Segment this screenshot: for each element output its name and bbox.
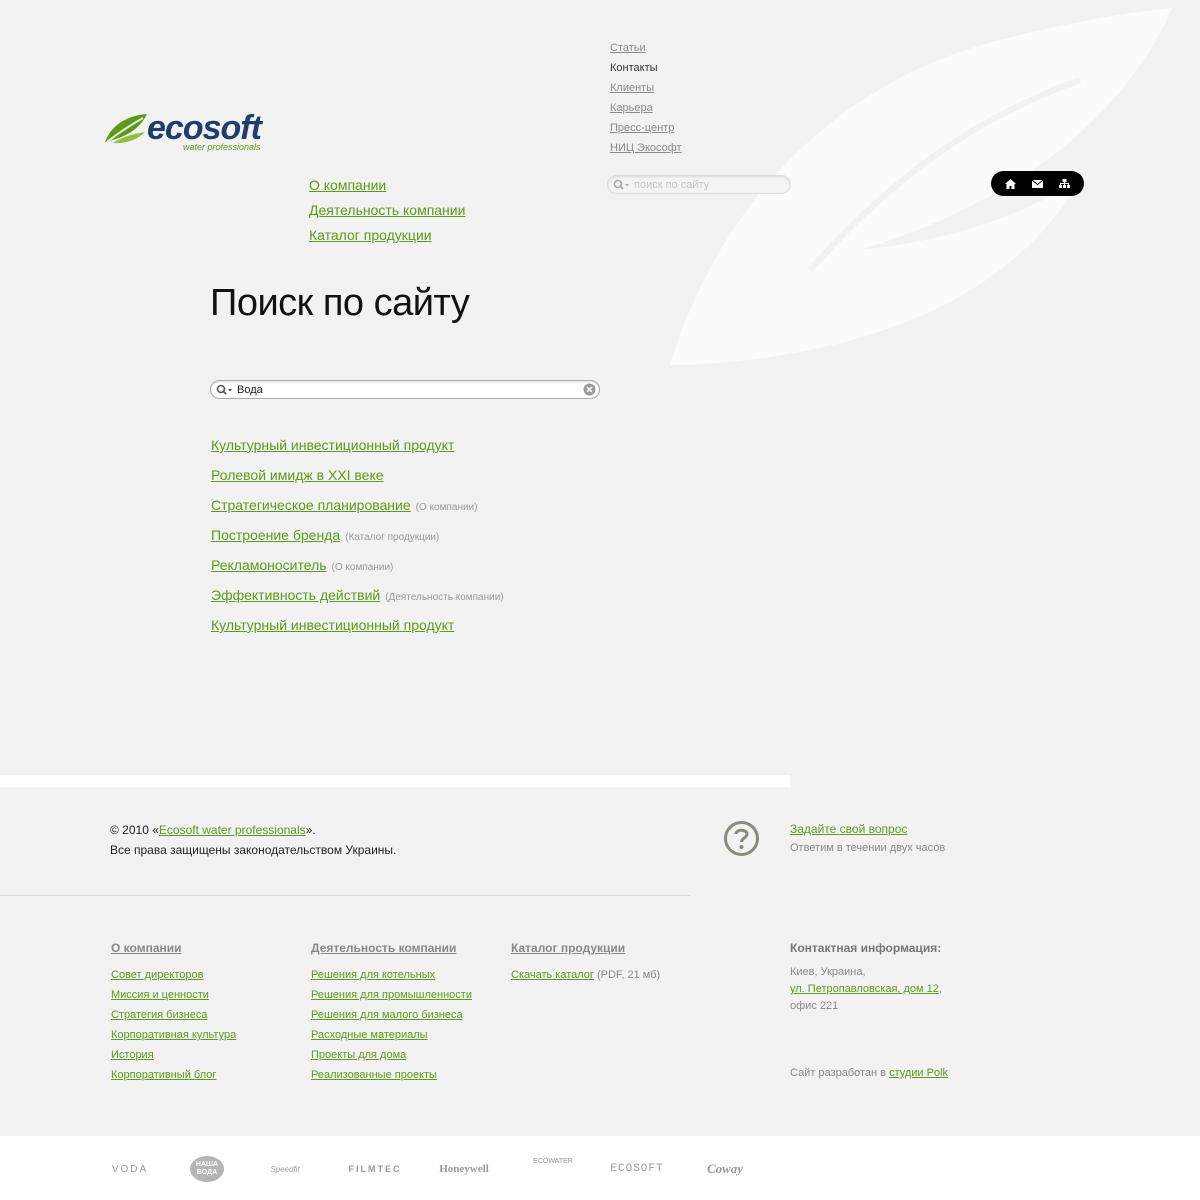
copyright-suffix: ». xyxy=(305,823,316,837)
top-links: Статьи Контакты Клиенты Карьера Пресс-це… xyxy=(610,38,682,158)
leaf-logo-icon xyxy=(105,114,147,144)
ask-question-sub: Ответим в течении двух часов xyxy=(790,842,946,854)
sitemap-icon[interactable] xyxy=(1058,177,1072,191)
result-row: Стратегическое планирование (О компании) xyxy=(211,494,504,524)
main-nav: О компании Деятельность компании Каталог… xyxy=(309,173,465,248)
ecosoft-logo[interactable]: ecosoft water professionals xyxy=(103,110,273,158)
nav-catalog[interactable]: Каталог продукции xyxy=(309,223,465,248)
partner-logo-ecosoft[interactable]: ECOSOFT xyxy=(610,1158,662,1180)
question-icon[interactable] xyxy=(723,820,760,857)
result-row: Культурный инвестиционный продукт xyxy=(211,614,504,644)
icon-bar xyxy=(991,171,1084,196)
footer-column-head[interactable]: Каталог продукции xyxy=(511,938,660,958)
nav-about[interactable]: О компании xyxy=(309,173,465,198)
search-results: Культурный инвестиционный продукт Ролево… xyxy=(211,434,504,644)
result-link[interactable]: Культурный инвестиционный продукт xyxy=(211,437,454,453)
contact-city: Киев, Украина, xyxy=(790,966,866,978)
top-link-articles[interactable]: Статьи xyxy=(610,38,682,58)
content-bottom-band xyxy=(0,775,790,787)
footer-link[interactable]: Проекты для дома xyxy=(311,1045,472,1065)
partner-logo-honeywell[interactable]: Honeywell xyxy=(434,1158,494,1180)
home-icon[interactable] xyxy=(1004,177,1018,191)
footer-link[interactable]: Миссия и ценности xyxy=(111,985,236,1005)
top-link-career[interactable]: Карьера xyxy=(610,98,682,118)
result-link[interactable]: Рекламоноситель xyxy=(211,557,327,573)
top-link-research[interactable]: НИЦ Экософт xyxy=(610,138,682,158)
result-row: Построение бренда (Каталог продукции) xyxy=(211,524,504,554)
partner-logo-nasha-voda[interactable]: НАША ВОДА xyxy=(190,1156,224,1182)
download-catalog-link[interactable]: Скачать каталог xyxy=(511,969,594,981)
footer-column-catalog: Каталог продукции Скачать каталог (PDF, 2… xyxy=(511,938,660,985)
search-icon[interactable] xyxy=(216,384,234,396)
logo-tagline: water professionals xyxy=(183,142,261,152)
result-link[interactable]: Ролевой имидж в XXI веке xyxy=(211,467,384,483)
result-category: (Деятельность компании) xyxy=(385,592,504,603)
site-search xyxy=(210,380,600,399)
result-link[interactable]: Культурный инвестиционный продукт xyxy=(211,617,454,633)
rights-text: Все права защищены законодательством Укр… xyxy=(110,843,397,857)
top-link-clients[interactable]: Клиенты xyxy=(610,78,682,98)
result-category: (О компании) xyxy=(415,502,478,513)
footer-link[interactable]: История xyxy=(111,1045,236,1065)
footer-column-activity: Деятельность компании Решения для котель… xyxy=(311,938,472,1085)
copyright-prefix: © 2010 « xyxy=(110,823,159,837)
result-link[interactable]: Стратегическое планирование xyxy=(211,497,411,513)
partner-logo-ecowater[interactable]: ECOWATER xyxy=(530,1158,576,1180)
result-row: Рекламоноситель (О компании) xyxy=(211,554,504,584)
footer-link[interactable]: Расходные материалы xyxy=(311,1025,472,1045)
footer-column-head[interactable]: О компании xyxy=(111,938,236,958)
partner-logo-voda[interactable]: VODA xyxy=(105,1158,155,1180)
result-row: Эффективность действий (Деятельность комп… xyxy=(211,584,504,614)
footer-link[interactable]: Решения для малого бизнеса xyxy=(311,1005,472,1025)
footer-link[interactable]: Решения для котельных xyxy=(311,965,472,985)
mail-icon[interactable] xyxy=(1031,177,1045,191)
logo-wordmark: ecosoft xyxy=(147,109,262,147)
top-link-contacts: Контакты xyxy=(610,62,658,74)
ask-question: Задайте свой вопрос Ответим в течении дв… xyxy=(790,820,945,858)
developer-prefix: Сайт разработан в xyxy=(790,1067,890,1079)
copyright-link[interactable]: Ecosoft water professionals xyxy=(159,823,306,837)
developer-link[interactable]: студии Polk xyxy=(889,1067,948,1079)
search-icon[interactable] xyxy=(613,179,631,191)
result-row: Ролевой имидж в XXI веке xyxy=(211,464,504,494)
partner-logo-filmtec[interactable]: FILMTEC xyxy=(345,1158,405,1180)
contact-head: Контактная информация: xyxy=(790,941,942,955)
result-category: (О компании) xyxy=(331,562,394,573)
nav-activity[interactable]: Деятельность компании xyxy=(309,198,465,223)
header-search-input[interactable] xyxy=(634,177,784,192)
result-category: (Каталог продукции) xyxy=(345,532,440,543)
result-row: Культурный инвестиционный продукт xyxy=(211,434,504,464)
result-link[interactable]: Эффективность действий xyxy=(211,587,380,603)
catalog-size-note: (PDF, 21 мб) xyxy=(596,969,661,981)
footer-column-about: О компании Совет директоров Миссия и цен… xyxy=(111,938,236,1085)
footer-link[interactable]: Корпоративный блог xyxy=(111,1065,236,1085)
footer-link[interactable]: Реализованные проекты xyxy=(311,1065,472,1085)
footer-link[interactable]: Совет директоров xyxy=(111,965,236,985)
clear-search-icon[interactable] xyxy=(583,383,596,396)
top-link-press[interactable]: Пресс-центр xyxy=(610,118,682,138)
footer-divider xyxy=(0,895,690,896)
partners-bar: VODA НАША ВОДА Speedfit FILMTEC Honeywel… xyxy=(0,1136,1200,1200)
contact-street-link[interactable]: ул. Петропавловская, дом 12 xyxy=(790,983,939,995)
contact-info: Контактная информация: Киев, Украина, ул… xyxy=(790,938,942,1015)
contact-office: офис 221 xyxy=(790,1000,839,1012)
page-title: Поиск по сайту xyxy=(210,282,470,324)
contact-comma: , xyxy=(938,983,942,995)
partner-logo-speedfit[interactable]: Speedfit xyxy=(260,1158,310,1180)
result-link[interactable]: Построение бренда xyxy=(211,527,340,543)
footer-link[interactable]: Решения для промышленности xyxy=(311,985,472,1005)
copyright: © 2010 «Ecosoft water professionals». Вс… xyxy=(110,820,396,860)
footer-link[interactable]: Стратегия бизнеса xyxy=(111,1005,236,1025)
developer-credit: Сайт разработан в студии Polk xyxy=(790,1064,948,1082)
site-search-input[interactable] xyxy=(237,382,577,397)
footer-column-head[interactable]: Деятельность компании xyxy=(311,938,472,958)
ask-question-link[interactable]: Задайте свой вопрос xyxy=(790,820,945,838)
header-search xyxy=(607,175,791,194)
footer-link[interactable]: Корпоративная культура xyxy=(111,1025,236,1045)
partner-logo-coway[interactable]: Coway xyxy=(700,1158,750,1180)
